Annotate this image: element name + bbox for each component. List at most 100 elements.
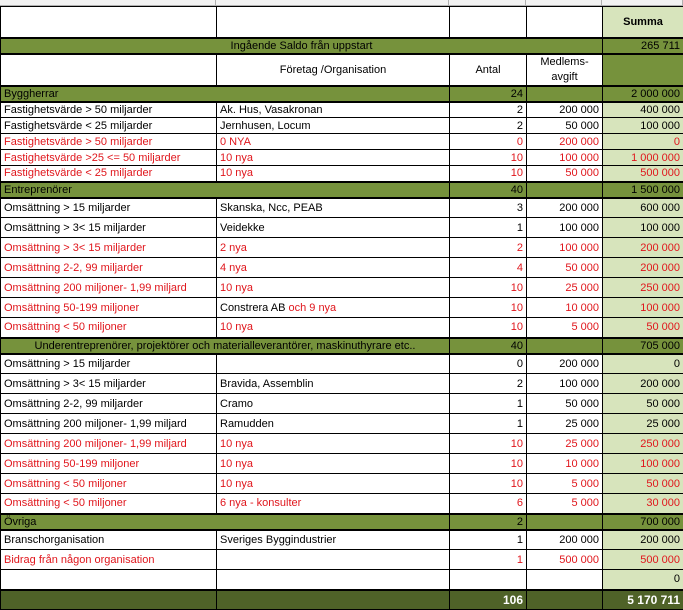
fee-cell[interactable]: 50 000	[527, 258, 603, 278]
antal-cell[interactable]: 0	[450, 134, 527, 150]
fee-cell[interactable]	[527, 570, 603, 590]
fee-cell[interactable]: 10 000	[527, 454, 603, 474]
organisation-cell[interactable]: 2 nya	[217, 238, 450, 258]
category-cell[interactable]: Omsättning 200 miljoner- 1,99 miljard	[1, 434, 217, 454]
section-antal[interactable]: 24	[450, 86, 527, 102]
sum-cell[interactable]: 200 000	[603, 374, 683, 394]
fee-cell[interactable]: 200 000	[527, 530, 603, 550]
antal-cell[interactable]: 1	[450, 394, 527, 414]
fee-cell[interactable]: 5 000	[527, 318, 603, 338]
category-cell[interactable]: Branschorganisation	[1, 530, 217, 550]
category-cell[interactable]: Omsättning > 3< 15 miljarder	[1, 218, 217, 238]
cell[interactable]	[527, 514, 603, 530]
fee-cell[interactable]: 500 000	[527, 550, 603, 570]
section-label[interactable]: Byggherrar	[1, 86, 450, 102]
category-cell[interactable]: Omsättning < 50 miljoner	[1, 318, 217, 338]
antal-cell[interactable]: 2	[450, 374, 527, 394]
organisation-cell[interactable]: Skanska, Ncc, PEAB	[217, 198, 450, 218]
opening-balance-sum[interactable]: 265 711	[603, 38, 683, 54]
fee-cell[interactable]: 50 000	[527, 394, 603, 414]
sum-cell[interactable]: 400 000	[603, 102, 683, 118]
total-sum[interactable]: 5 170 711	[603, 590, 683, 610]
sum-cell[interactable]: 1 000 000	[603, 150, 683, 166]
opening-balance-label[interactable]: Ingående Saldo från uppstart	[1, 38, 603, 54]
section-antal[interactable]: 40	[450, 182, 527, 198]
organisation-cell[interactable]: Jernhusen, Locum	[217, 118, 450, 134]
sum-cell[interactable]: 100 000	[603, 218, 683, 238]
summa-header[interactable]: Summa	[603, 7, 683, 38]
fee-cell[interactable]: 10 000	[527, 298, 603, 318]
antal-cell[interactable]: 10	[450, 454, 527, 474]
category-cell[interactable]: Omsättning 50-199 miljoner	[1, 298, 217, 318]
antal-cell[interactable]: 3	[450, 198, 527, 218]
sum-cell[interactable]: 500 000	[603, 550, 683, 570]
organisation-cell[interactable]: Ak. Hus, Vasakronan	[217, 102, 450, 118]
org-header[interactable]: Företag /Organisation	[217, 54, 450, 86]
organisation-cell[interactable]	[217, 354, 450, 374]
section-label[interactable]: Underentreprenörer, projektörer och mate…	[1, 338, 450, 354]
organisation-cell[interactable]: 10 nya	[217, 454, 450, 474]
category-cell[interactable]: Omsättning > 3< 15 miljarder	[1, 374, 217, 394]
antal-cell[interactable]: 10	[450, 278, 527, 298]
fee-cell[interactable]: 50 000	[527, 118, 603, 134]
antal-cell[interactable]: 2	[450, 102, 527, 118]
sum-cell[interactable]: 200 000	[603, 258, 683, 278]
column-header-d[interactable]	[526, 0, 602, 5]
fee-cell[interactable]: 5 000	[527, 474, 603, 494]
fee-cell[interactable]: 100 000	[527, 238, 603, 258]
category-cell[interactable]: Fastighetsvärde >25 <= 50 miljarder	[1, 150, 217, 166]
organisation-cell[interactable]: 10 nya	[217, 474, 450, 494]
column-header-a[interactable]	[0, 0, 216, 5]
section-antal[interactable]: 2	[450, 514, 527, 530]
sum-cell[interactable]: 600 000	[603, 198, 683, 218]
antal-header[interactable]: Antal	[450, 54, 527, 86]
sum-cell[interactable]: 100 000	[603, 298, 683, 318]
section-sum[interactable]: 2 000 000	[603, 86, 683, 102]
category-cell[interactable]: Fastighetsvärde > 50 miljarder	[1, 134, 217, 150]
fee-cell[interactable]: 100 000	[527, 150, 603, 166]
cell[interactable]	[603, 54, 683, 86]
cell[interactable]	[1, 7, 217, 38]
fee-cell[interactable]: 5 000	[527, 494, 603, 514]
fee-cell[interactable]: 25 000	[527, 278, 603, 298]
organisation-cell[interactable]: 10 nya	[217, 278, 450, 298]
column-header-e[interactable]	[602, 0, 683, 5]
sum-cell[interactable]: 0	[603, 570, 683, 590]
antal-cell[interactable]: 0	[450, 354, 527, 374]
organisation-cell[interactable]: 4 nya	[217, 258, 450, 278]
organisation-cell[interactable]	[217, 550, 450, 570]
organisation-cell[interactable]: Bravida, Assemblin	[217, 374, 450, 394]
organisation-cell[interactable]: Ramudden	[217, 414, 450, 434]
organisation-cell[interactable]: Constrera AB och 9 nya	[217, 298, 450, 318]
section-sum[interactable]: 705 000	[603, 338, 683, 354]
antal-cell[interactable]: 10	[450, 298, 527, 318]
fee-cell[interactable]: 200 000	[527, 102, 603, 118]
section-label[interactable]: Entreprenörer	[1, 182, 450, 198]
cell[interactable]	[1, 54, 217, 86]
organisation-cell[interactable]: 0 NYA	[217, 134, 450, 150]
organisation-cell[interactable]: Cramo	[217, 394, 450, 414]
cell[interactable]	[527, 182, 603, 198]
fee-cell[interactable]: 25 000	[527, 434, 603, 454]
category-cell[interactable]	[1, 570, 217, 590]
section-sum[interactable]: 1 500 000	[603, 182, 683, 198]
organisation-cell[interactable]: 10 nya	[217, 150, 450, 166]
antal-cell[interactable]: 6	[450, 494, 527, 514]
fee-cell[interactable]: 200 000	[527, 134, 603, 150]
cell[interactable]	[527, 86, 603, 102]
category-cell[interactable]: Omsättning 50-199 miljoner	[1, 454, 217, 474]
sum-cell[interactable]: 0	[603, 134, 683, 150]
category-cell[interactable]: Omsättning 200 miljoner- 1,99 miljard	[1, 414, 217, 434]
fee-cell[interactable]: 100 000	[527, 218, 603, 238]
section-sum[interactable]: 700 000	[603, 514, 683, 530]
organisation-cell[interactable]: 10 nya	[217, 434, 450, 454]
antal-cell[interactable]: 10	[450, 150, 527, 166]
antal-cell[interactable]: 4	[450, 258, 527, 278]
category-cell[interactable]: Omsättning < 50 miljoner	[1, 474, 217, 494]
sum-cell[interactable]: 200 000	[603, 238, 683, 258]
organisation-cell[interactable]: 10 nya	[217, 318, 450, 338]
sum-cell[interactable]: 500 000	[603, 166, 683, 182]
fee-cell[interactable]: 100 000	[527, 374, 603, 394]
cell[interactable]	[217, 7, 450, 38]
category-cell[interactable]: Fastighetsvärde > 50 miljarder	[1, 102, 217, 118]
